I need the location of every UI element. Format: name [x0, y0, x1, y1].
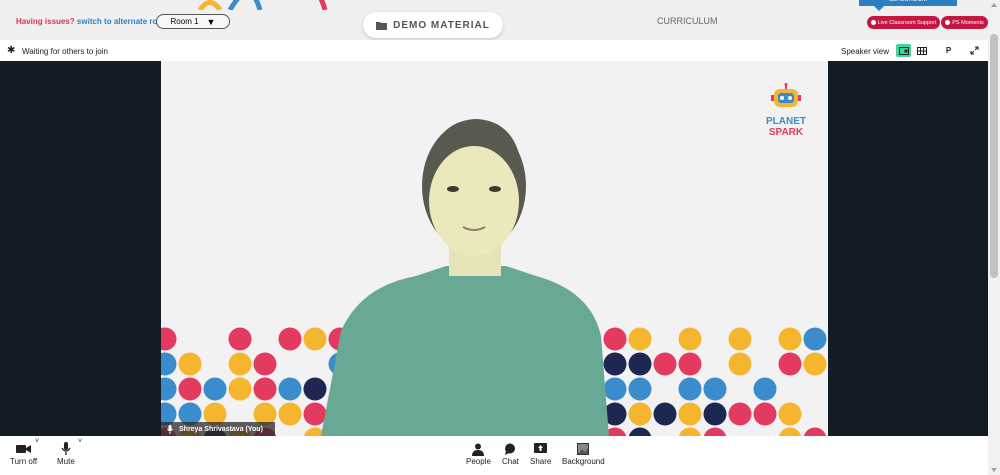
live-support-label: Live Classroom Support [877, 19, 937, 26]
issues-notice: Having issues? switch to alternate room [16, 17, 169, 26]
expand-icon [970, 46, 979, 55]
person-icon [472, 443, 485, 456]
video-tile: PLANET SPARK [161, 61, 828, 436]
participant-name: Shreya Shrivastava (You) [179, 425, 263, 433]
chat-button[interactable]: Chat [502, 441, 519, 466]
people-label: People [466, 457, 491, 466]
speaker-layout-icon [898, 46, 909, 55]
curriculum-tab[interactable]: CURRICULUM [657, 16, 718, 26]
grid-view-button[interactable] [914, 44, 929, 57]
planet-spark-logo: PLANET SPARK [759, 83, 813, 138]
decorative-arc [197, 0, 328, 10]
camera-toggle-button[interactable]: Turn off [10, 441, 37, 466]
video-stage: PLANET SPARK Shreya Shrivastava (You) [0, 61, 988, 436]
share-label: Share [530, 457, 552, 466]
caret-down-icon: ▼ [206, 16, 216, 27]
scroll-up-arrow-icon[interactable] [991, 3, 997, 7]
meeting-header: ✱ Waiting for others to join Speaker vie… [0, 40, 988, 61]
scroll-down-arrow-icon[interactable] [991, 468, 997, 472]
room-select-value: Room 1 [170, 17, 199, 26]
robot-icon [771, 83, 801, 107]
camera-options-chevron-icon[interactable]: ˅ [35, 438, 39, 445]
logo-line-1: PLANET [766, 116, 806, 127]
demo-material-button[interactable]: DEMO MATERIAL [363, 12, 503, 38]
background-image-icon [577, 443, 590, 455]
background-label: Background [562, 457, 605, 466]
people-button[interactable]: People [466, 441, 491, 466]
chat-label: Chat [502, 457, 519, 466]
microphone-icon [61, 442, 71, 455]
issues-question: Having issues? [16, 17, 75, 26]
video-camera-icon [16, 445, 32, 453]
speaker-view-button[interactable] [896, 44, 911, 57]
fullscreen-button[interactable] [967, 44, 982, 57]
share-screen-icon [534, 443, 548, 453]
meeting-panel: ✱ Waiting for others to join Speaker vie… [0, 40, 988, 475]
folder-icon [376, 21, 388, 30]
p-button[interactable]: P [941, 44, 956, 57]
ps-moments-button[interactable]: PS Moments [941, 16, 988, 29]
mute-button[interactable]: Mute [57, 441, 75, 466]
live-support-button[interactable]: Live Classroom Support [867, 16, 940, 29]
classroom-tab-pointer [874, 6, 884, 11]
top-bar: Having issues? switch to alternate room … [0, 0, 988, 40]
participant-name-tag: Shreya Shrivastava (You) [161, 422, 275, 436]
speaker-view-label: Speaker view [841, 47, 890, 56]
waiting-status: Waiting for others to join [22, 47, 108, 56]
mute-label: Mute [57, 457, 75, 466]
moments-icon [945, 20, 951, 25]
grid-layout-icon [916, 46, 927, 55]
background-button[interactable]: Background [562, 441, 605, 466]
scroll-thumb[interactable] [990, 34, 998, 278]
camera-toggle-label: Turn off [10, 457, 38, 466]
mic-options-chevron-icon[interactable]: ˅ [78, 438, 82, 445]
support-icon [870, 20, 876, 25]
control-bar: Turn off ˅ Mute ˅ People Chat Share Back… [0, 436, 988, 475]
share-button[interactable]: Share [530, 441, 551, 466]
chat-bubble-icon [505, 443, 516, 455]
logo-line-2: SPARK [768, 127, 804, 138]
ps-moments-label: PS Moments [952, 19, 984, 26]
mic-icon [167, 424, 173, 434]
page-scrollbar[interactable] [988, 0, 1000, 475]
demo-material-label: DEMO MATERIAL [393, 19, 490, 31]
participant-silhouette [321, 119, 609, 436]
gear-icon[interactable]: ✱ [7, 46, 15, 56]
room-select[interactable]: Room 1 ▼ [156, 14, 230, 29]
